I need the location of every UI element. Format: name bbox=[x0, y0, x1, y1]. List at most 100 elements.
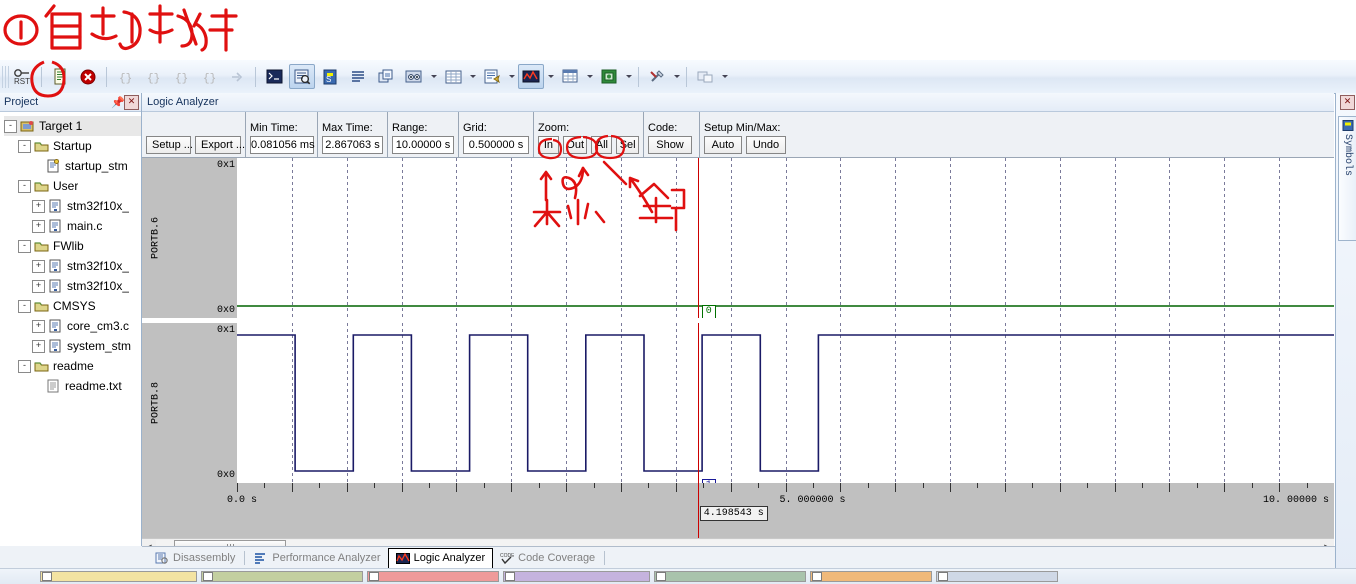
tree-item[interactable]: + system_stm bbox=[4, 336, 141, 356]
close-icon[interactable]: ✕ bbox=[124, 94, 139, 110]
tree-item[interactable]: - Startup bbox=[4, 136, 141, 156]
analysis-windows-button[interactable] bbox=[518, 64, 544, 89]
tab-code-coverage[interactable]: CODE Code Coverage bbox=[493, 549, 602, 568]
registers-window-button[interactable] bbox=[345, 64, 371, 89]
tab-logic-analyzer[interactable]: Logic Analyzer bbox=[387, 547, 494, 569]
chevron-down-icon bbox=[430, 75, 437, 78]
tree-item[interactable]: + core_cm3.c bbox=[4, 316, 141, 336]
folder-icon bbox=[34, 242, 49, 252]
step-over-button[interactable]: {} bbox=[140, 64, 166, 89]
collapse-icon[interactable]: - bbox=[18, 179, 31, 193]
time-axis[interactable]: 0.0 s 5. 000000 s 10. 00000 s 4.198543 s bbox=[142, 483, 1334, 538]
system-viewer-button[interactable] bbox=[596, 64, 622, 89]
serial-windows-button[interactable] bbox=[479, 64, 505, 89]
symbols-close-icon[interactable]: ✕ bbox=[1340, 95, 1355, 110]
symbols-tab[interactable]: Symbols bbox=[1338, 116, 1356, 241]
tab-label: Performance Analyzer bbox=[272, 552, 381, 564]
tree-item[interactable]: + main.c bbox=[4, 216, 141, 236]
toolbar-separator bbox=[255, 66, 256, 87]
stop-debug-button[interactable] bbox=[75, 64, 101, 89]
tree-item[interactable]: + stm32f10x_ bbox=[4, 196, 141, 216]
step-out-button[interactable]: {} bbox=[168, 64, 194, 89]
run-to-main-button[interactable] bbox=[47, 64, 73, 89]
run-to-cursor-button[interactable]: {} bbox=[196, 64, 222, 89]
folder-icon bbox=[34, 142, 49, 152]
tree-item[interactable]: - Target 1 bbox=[4, 116, 141, 136]
collapse-icon[interactable]: - bbox=[18, 299, 31, 313]
zoom-in-button[interactable]: In bbox=[538, 136, 559, 154]
time-cursor-axis[interactable] bbox=[697, 483, 699, 538]
time-cursor[interactable] bbox=[697, 158, 699, 318]
tree-item[interactable]: - FWlib bbox=[4, 236, 141, 256]
step-into-button[interactable]: {} bbox=[112, 64, 138, 89]
debug-view-tabs[interactable]: Disassembly Performance Analyzer Logic Ana… bbox=[142, 546, 1340, 569]
toolbox-dropdown[interactable] bbox=[671, 65, 682, 88]
logic-analyzer-toolbar: Setup ... Export ... Min Time: 0.081056 … bbox=[142, 112, 1334, 158]
chevron-down-icon bbox=[673, 75, 680, 78]
analysis-windows-dropdown[interactable] bbox=[545, 65, 556, 88]
toolbar-grip[interactable] bbox=[2, 65, 9, 88]
collapse-icon[interactable]: - bbox=[18, 359, 31, 373]
collapse-icon[interactable]: - bbox=[18, 239, 31, 253]
serial-windows-dropdown[interactable] bbox=[506, 65, 517, 88]
expand-icon[interactable]: + bbox=[32, 259, 45, 273]
time-cursor[interactable] bbox=[697, 323, 699, 483]
expand-icon[interactable]: + bbox=[32, 339, 45, 353]
watch-windows-button[interactable] bbox=[401, 64, 427, 89]
tree-item[interactable]: - User bbox=[4, 176, 141, 196]
expand-icon[interactable]: + bbox=[32, 199, 45, 213]
zoom-sel-button[interactable]: Sel bbox=[616, 136, 640, 154]
svg-text:CODE: CODE bbox=[500, 553, 514, 559]
undo-button[interactable]: Undo bbox=[746, 136, 786, 154]
tree-item[interactable]: + stm32f10x_ bbox=[4, 256, 141, 276]
command-window-button[interactable] bbox=[261, 64, 287, 89]
trace-windows-button[interactable] bbox=[557, 64, 583, 89]
reset-button[interactable]: RST bbox=[10, 64, 36, 89]
disassembly-window-button[interactable] bbox=[289, 64, 315, 89]
signal-name: PORTB.6 bbox=[150, 217, 162, 260]
keil-uvision-window: RST {} {} {} {} S Project 📌 ✕ - Target 1… bbox=[0, 0, 1356, 584]
debug-restore-views-dropdown[interactable] bbox=[719, 65, 730, 88]
axis-end-label: 10. 00000 s bbox=[1262, 495, 1329, 506]
toolbox-button[interactable] bbox=[644, 64, 670, 89]
setup-button[interactable]: Setup ... bbox=[146, 136, 193, 154]
signal-row[interactable]: PORTB.8 0x1 0x01 bbox=[142, 323, 1334, 493]
project-tree[interactable]: - Target 1- Startup startup_stm - User + stm32f… bbox=[0, 112, 141, 396]
zoom-all-button[interactable]: All bbox=[591, 136, 613, 154]
tree-item[interactable]: + stm32f10x_ bbox=[4, 276, 141, 296]
setup-minmax-caption: Setup Min/Max: bbox=[704, 122, 781, 134]
waveform-area[interactable]: PORTB.6 0x1 0x0 0 PORTB.8 0x1 0x01 0.0 s 5. 0000… bbox=[142, 158, 1334, 538]
zoom-out-button[interactable]: Out bbox=[562, 136, 588, 154]
memory-windows-button[interactable] bbox=[440, 64, 466, 89]
call-stack-window-button[interactable] bbox=[373, 64, 399, 89]
collapse-icon[interactable]: - bbox=[4, 119, 17, 133]
expand-icon[interactable]: + bbox=[32, 319, 45, 333]
auto-button[interactable]: Auto bbox=[704, 136, 742, 154]
memory-windows-dropdown[interactable] bbox=[467, 65, 478, 88]
trace-windows-dropdown[interactable] bbox=[584, 65, 595, 88]
show-next-statement-button[interactable] bbox=[224, 64, 250, 89]
export-button[interactable]: Export ... bbox=[195, 136, 245, 154]
pin-icon[interactable]: 📌 bbox=[111, 95, 125, 109]
tab-disassembly[interactable]: Disassembly bbox=[148, 549, 242, 568]
signal-row[interactable]: PORTB.6 0x1 0x0 0 bbox=[142, 158, 1334, 319]
symbols-window-button[interactable]: S bbox=[317, 64, 343, 89]
watch-windows-dropdown[interactable] bbox=[428, 65, 439, 88]
tree-item[interactable]: - CMSYS bbox=[4, 296, 141, 316]
tree-item[interactable]: readme.txt bbox=[4, 376, 141, 396]
code-show-button[interactable]: Show bbox=[648, 136, 692, 154]
expand-icon[interactable]: + bbox=[32, 219, 45, 233]
signal-plot[interactable]: 0 bbox=[237, 158, 1334, 319]
collapse-icon[interactable]: - bbox=[18, 139, 31, 153]
max-time-value: 2.867063 s bbox=[322, 136, 383, 154]
debug-restore-views-button[interactable] bbox=[692, 64, 718, 89]
tree-item-label: CMSYS bbox=[53, 299, 96, 313]
system-viewer-dropdown[interactable] bbox=[623, 65, 634, 88]
signal-plot[interactable]: 1 bbox=[237, 323, 1334, 493]
tree-item[interactable]: - readme bbox=[4, 356, 141, 376]
expand-icon[interactable]: + bbox=[32, 279, 45, 293]
grid-caption: Grid: bbox=[463, 122, 487, 134]
toolbar-separator bbox=[638, 66, 639, 87]
tree-item[interactable]: startup_stm bbox=[4, 156, 141, 176]
tab-performance-analyzer[interactable]: Performance Analyzer bbox=[247, 549, 387, 568]
